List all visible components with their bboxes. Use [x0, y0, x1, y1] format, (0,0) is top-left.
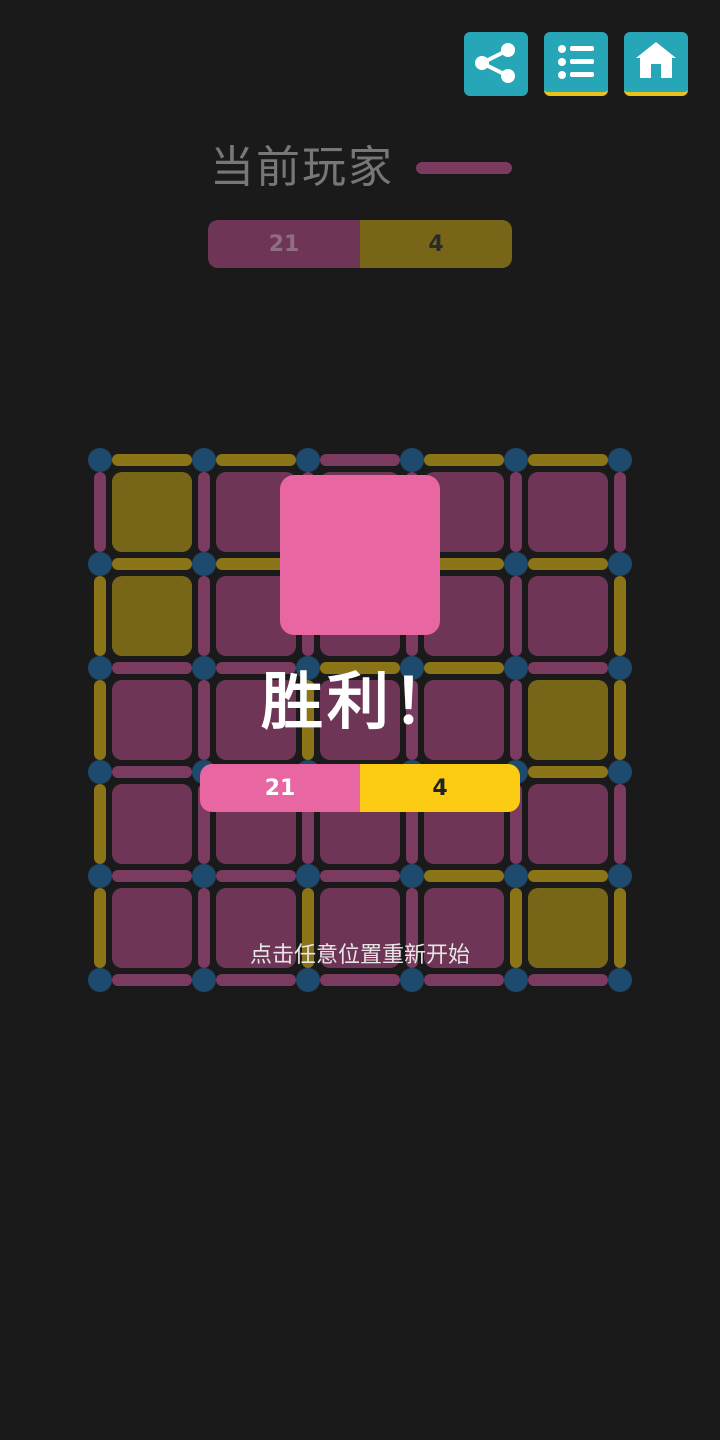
board-cell — [112, 472, 192, 552]
horizontal-edge[interactable] — [112, 766, 192, 778]
victory-title: 胜利！ — [260, 665, 459, 738]
grid-dot — [88, 864, 112, 888]
horizontal-edge[interactable] — [528, 974, 608, 986]
grid-dot — [400, 448, 424, 472]
horizontal-edge[interactable] — [112, 974, 192, 986]
vertical-edge[interactable] — [94, 472, 106, 552]
score-bar: 21 4 — [208, 220, 512, 268]
vertical-edge[interactable] — [614, 472, 626, 552]
vertical-edge[interactable] — [198, 472, 210, 552]
board-cell — [112, 576, 192, 656]
horizontal-edge[interactable] — [528, 870, 608, 882]
horizontal-edge[interactable] — [424, 454, 504, 466]
horizontal-edge[interactable] — [528, 766, 608, 778]
board-cell — [528, 576, 608, 656]
grid-dot — [400, 864, 424, 888]
horizontal-edge[interactable] — [112, 558, 192, 570]
board-cell — [528, 472, 608, 552]
restart-hint[interactable]: 点击任意位置重新开始 — [0, 940, 720, 972]
vertical-edge[interactable] — [94, 576, 106, 656]
final-score-bar: 21 4 — [200, 764, 520, 812]
final-player2-score: 4 — [360, 764, 520, 812]
vertical-edge[interactable] — [614, 784, 626, 864]
menu-list-button[interactable] — [544, 32, 608, 96]
vertical-edge[interactable] — [94, 784, 106, 864]
board-cell — [112, 784, 192, 864]
grid-dot — [88, 760, 112, 784]
vertical-edge[interactable] — [510, 472, 522, 552]
vertical-edge[interactable] — [614, 576, 626, 656]
grid-dot — [504, 552, 528, 576]
grid-dot — [608, 864, 632, 888]
horizontal-edge[interactable] — [424, 870, 504, 882]
grid-dot — [192, 864, 216, 888]
horizontal-edge[interactable] — [216, 454, 296, 466]
grid-dot — [88, 552, 112, 576]
list-icon — [558, 45, 594, 79]
grid-dot — [192, 448, 216, 472]
horizontal-edge[interactable] — [320, 870, 400, 882]
home-icon — [636, 42, 676, 78]
grid-dot — [296, 448, 320, 472]
horizontal-edge[interactable] — [112, 870, 192, 882]
share-icon — [475, 43, 515, 83]
grid-dot — [608, 760, 632, 784]
horizontal-edge[interactable] — [216, 870, 296, 882]
horizontal-edge[interactable] — [528, 558, 608, 570]
grid-dot — [192, 552, 216, 576]
grid-dot — [504, 864, 528, 888]
grid-dot — [296, 864, 320, 888]
winner-color-swatch — [280, 475, 440, 635]
share-button[interactable] — [464, 32, 528, 96]
vertical-edge[interactable] — [198, 576, 210, 656]
horizontal-edge[interactable] — [424, 974, 504, 986]
final-player1-score: 21 — [200, 764, 360, 812]
grid-dot — [608, 552, 632, 576]
player1-score: 21 — [208, 220, 360, 268]
current-player-label: 当前玩家 — [210, 142, 394, 193]
horizontal-edge[interactable] — [528, 454, 608, 466]
grid-dot — [88, 448, 112, 472]
horizontal-edge[interactable] — [320, 974, 400, 986]
horizontal-edge[interactable] — [216, 974, 296, 986]
vertical-edge[interactable] — [510, 576, 522, 656]
home-button[interactable] — [624, 32, 688, 96]
grid-dot — [504, 448, 528, 472]
player2-score: 4 — [360, 220, 512, 268]
current-player-indicator — [416, 162, 512, 174]
horizontal-edge[interactable] — [320, 454, 400, 466]
grid-dot — [608, 448, 632, 472]
board-cell — [528, 784, 608, 864]
horizontal-edge[interactable] — [112, 454, 192, 466]
